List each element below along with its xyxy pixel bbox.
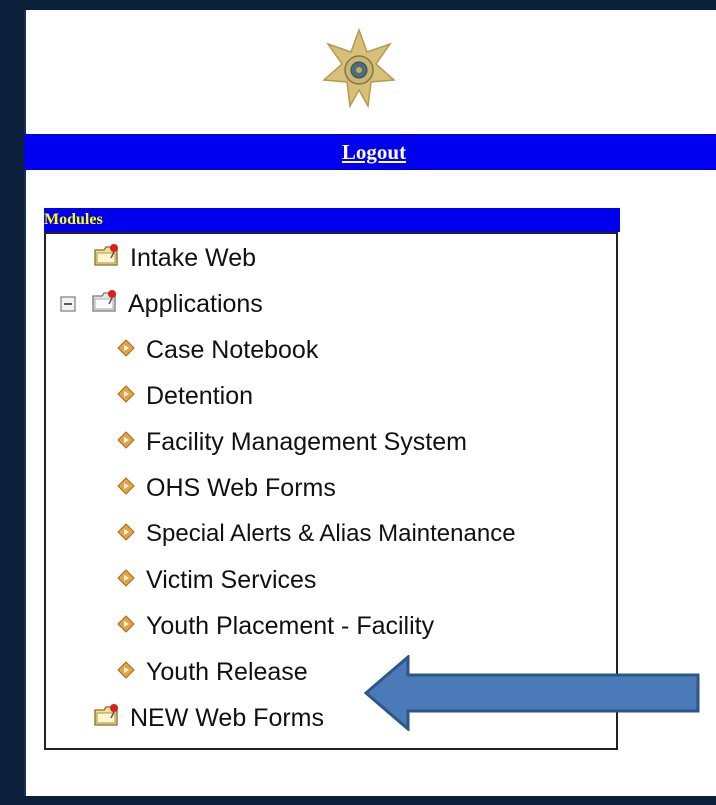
tree-child-detention[interactable]: Detention [116,378,253,414]
tree-child-victim-services[interactable]: Victim Services [116,562,316,598]
tree-item-label: Intake Web [130,243,257,272]
tree-child-youth-placement-facility[interactable]: Youth Placement - Facility [116,608,434,644]
diamond-arrow-icon [116,336,136,365]
tree-child-case-notebook[interactable]: Case Notebook [116,332,318,368]
diamond-arrow-icon [116,474,136,503]
diamond-arrow-icon [116,658,136,687]
sheriff-badge-logo [320,27,398,110]
tree-child-label: Youth Release [146,657,308,686]
logout-bar: Logout [24,134,716,170]
tree-child-label: Detention [146,381,254,410]
tree-child-label: Case Notebook [146,335,319,364]
folder-pin-icon [92,241,122,276]
diamond-arrow-icon [116,382,136,411]
tree-item-label: NEW Web Forms [130,703,324,732]
diamond-arrow-icon [116,612,136,641]
tree-child-label: Special Alerts & Alias Maintenance [146,520,516,547]
diamond-arrow-icon [116,428,136,457]
left-arrow-annotation [363,653,714,733]
tree-item-intake-web[interactable]: Intake Web [92,240,256,276]
tree-item-applications[interactable]: Applications [60,286,263,322]
tree-child-label: Victim Services [146,565,317,594]
tree-child-ohs-web-forms[interactable]: OHS Web Forms [116,470,336,506]
tree-child-facility-management-system[interactable]: Facility Management System [116,424,467,460]
tree-item-new-web-forms[interactable]: NEW Web Forms [92,700,324,736]
logout-link[interactable]: Logout [342,140,406,164]
collapse-minus-icon[interactable] [60,290,76,319]
folder-pin-icon [92,701,122,736]
folder-pin-icon [90,287,120,322]
modules-header: Modules [44,208,620,232]
page-frame: Logout Modules Intake Web Applications C… [10,10,716,796]
tree-child-youth-release[interactable]: Youth Release [116,654,308,690]
tree-child-special-alerts[interactable]: Special Alerts & Alias Maintenance [116,516,516,552]
tree-child-label: Youth Placement - Facility [146,611,435,640]
tree-child-label: OHS Web Forms [146,473,336,502]
tree-child-label: Facility Management System [146,427,467,456]
diamond-arrow-icon [116,566,136,595]
tree-item-label: Applications [128,289,263,318]
diamond-arrow-icon [116,520,136,549]
